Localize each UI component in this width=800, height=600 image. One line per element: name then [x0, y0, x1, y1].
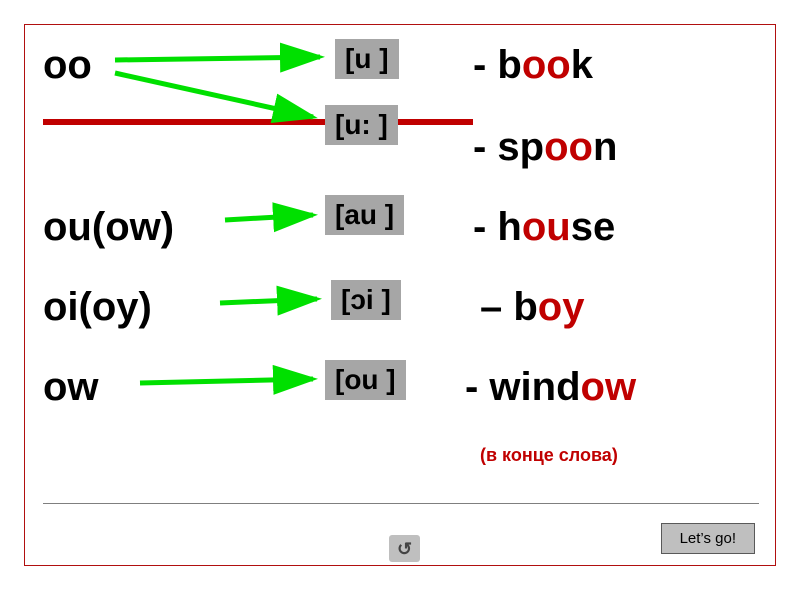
- example-spoon-hl: oo: [544, 125, 593, 169]
- example-window-hl: ow: [581, 365, 637, 409]
- phon-au: [au ]: [325, 195, 404, 235]
- example-house-hl: ou: [522, 205, 571, 249]
- undo-icon: ↺: [397, 539, 412, 559]
- spelling-ow: ow: [43, 365, 99, 410]
- slide-stage: oo ou(ow) oi(oy) ow [u ] [u: ] [au ] [ɔi…: [0, 0, 800, 600]
- phon-u-short: [u ]: [335, 39, 399, 79]
- divider-line: [43, 119, 473, 125]
- bottom-rule: [43, 503, 759, 504]
- example-window: - window: [465, 365, 636, 410]
- example-window-pre: - wind: [465, 365, 581, 409]
- example-book: - book: [473, 43, 593, 88]
- example-book-post: k: [571, 43, 593, 87]
- phon-oi: [ɔi ]: [331, 280, 401, 320]
- lets-go-button[interactable]: Let’s go!: [661, 523, 755, 554]
- spelling-oo: oo: [43, 43, 92, 88]
- content-card: oo ou(ow) oi(oy) ow [u ] [u: ] [au ] [ɔi…: [24, 24, 776, 566]
- example-house-pre: - h: [473, 205, 522, 249]
- note-end-of-word: (в конце слова): [480, 445, 618, 466]
- example-boy-hl: oy: [538, 285, 585, 329]
- example-spoon-post: n: [593, 125, 617, 169]
- phon-ou: [ou ]: [325, 360, 406, 400]
- example-spoon-pre: - sp: [473, 125, 544, 169]
- phon-u-long: [u: ]: [325, 105, 398, 145]
- example-boy: – boy: [480, 285, 584, 330]
- example-boy-pre: – b: [480, 285, 538, 329]
- example-house-post: se: [571, 205, 616, 249]
- example-book-pre: - b: [473, 43, 522, 87]
- back-button[interactable]: ↺: [389, 535, 420, 562]
- spelling-ou-ow: ou(ow): [43, 205, 174, 250]
- example-house: - house: [473, 205, 615, 250]
- example-spoon: - spoon: [473, 125, 617, 170]
- spelling-oi-oy: oi(oy): [43, 285, 152, 330]
- example-book-hl: oo: [522, 43, 571, 87]
